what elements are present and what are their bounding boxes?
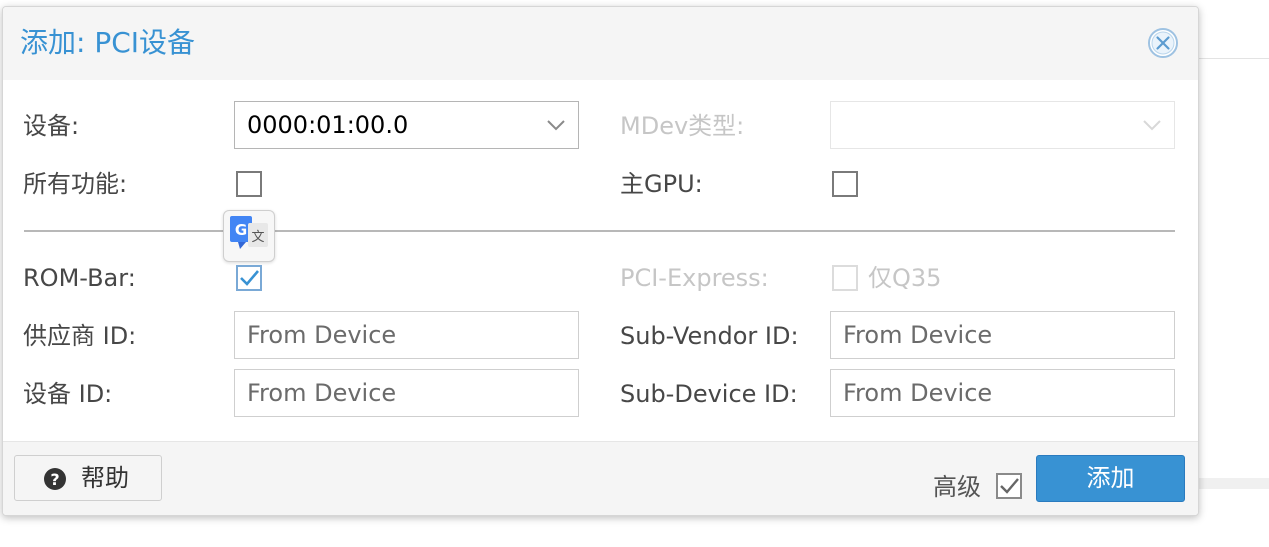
close-icon (1148, 28, 1178, 58)
rom-bar-checkbox[interactable] (236, 265, 262, 291)
help-button-label: 帮助 (81, 464, 129, 492)
advanced-label: 高级 (933, 473, 981, 501)
background-divider (1197, 58, 1269, 59)
translate-button[interactable]: G 文 (223, 210, 275, 262)
all-functions-label: 所有功能: (23, 170, 128, 198)
pci-express-note: 仅Q35 (868, 264, 942, 292)
translate-icon: G 文 (230, 216, 268, 249)
vendor-id-input[interactable]: From Device (234, 311, 579, 359)
dialog-footer: ? 帮助 高级 添加 (3, 441, 1198, 515)
device-select-value: 0000:01:00.0 (247, 111, 409, 139)
section-divider (24, 230, 1175, 232)
vendor-id-label: 供应商 ID: (23, 322, 137, 350)
dialog-title: 添加: PCI设备 (20, 26, 196, 59)
pci-express-checkbox[interactable] (832, 265, 858, 291)
sub-device-id-input[interactable]: From Device (830, 369, 1175, 417)
svg-text:?: ? (50, 470, 59, 489)
device-label: 设备: (23, 112, 80, 140)
svg-text:G: G (235, 221, 247, 239)
mdev-type-label: MDev类型: (620, 112, 745, 140)
svg-text:文: 文 (251, 230, 264, 245)
primary-gpu-checkbox[interactable] (832, 171, 858, 197)
all-functions-checkbox[interactable] (236, 171, 262, 197)
sub-device-id-label: Sub-Device ID: (620, 380, 798, 408)
add-pci-device-dialog: 添加: PCI设备 设备: 0000:01:00.0 MDev类型: 所有功能:… (2, 6, 1199, 516)
advanced-checkbox[interactable] (996, 473, 1022, 499)
dialog-header: 添加: PCI设备 (3, 7, 1198, 80)
help-icon: ? (44, 468, 66, 490)
device-select[interactable]: 0000:01:00.0 (234, 101, 579, 149)
dialog-body: 设备: 0000:01:00.0 MDev类型: 所有功能: 主GPU: G 文… (3, 80, 1198, 441)
device-id-input[interactable]: From Device (234, 369, 579, 417)
help-button[interactable]: ? 帮助 (14, 455, 162, 501)
chevron-down-icon[interactable] (1142, 118, 1162, 132)
close-button[interactable] (1147, 27, 1179, 59)
device-id-label: 设备 ID: (23, 380, 113, 408)
sub-vendor-id-label: Sub-Vendor ID: (620, 322, 799, 350)
chevron-down-icon[interactable] (546, 118, 566, 132)
add-button[interactable]: 添加 (1036, 455, 1185, 502)
background-bar (1197, 478, 1269, 489)
primary-gpu-label: 主GPU: (620, 170, 703, 198)
mdev-type-select[interactable] (830, 101, 1175, 149)
sub-vendor-id-input[interactable]: From Device (830, 311, 1175, 359)
rom-bar-label: ROM-Bar: (23, 264, 136, 292)
pci-express-label: PCI-Express: (620, 264, 769, 292)
